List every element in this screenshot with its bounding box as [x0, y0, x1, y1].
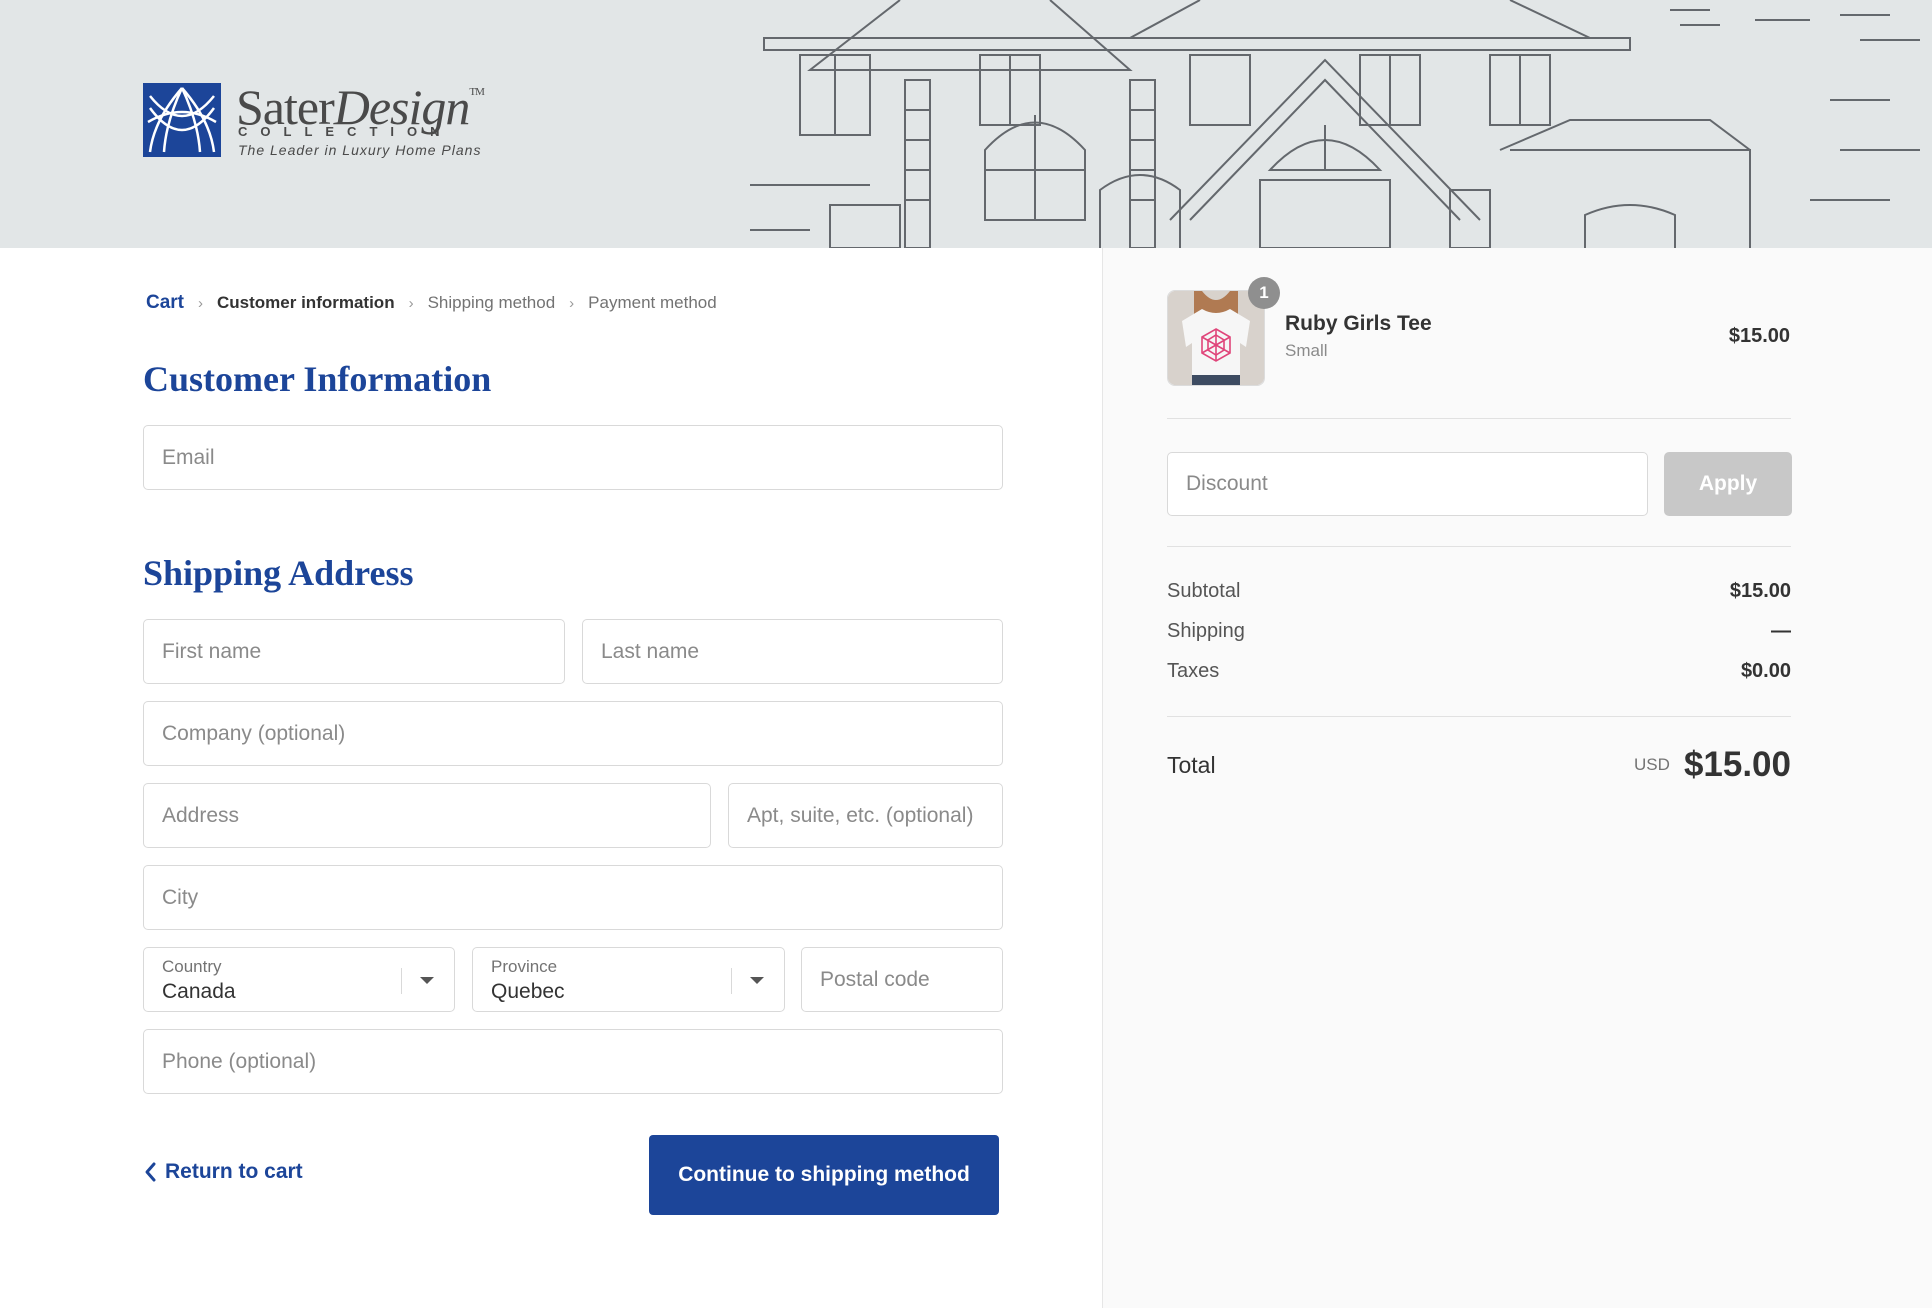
- product-price: $15.00: [1728, 325, 1790, 347]
- email-field-wrapper: [143, 425, 1003, 490]
- return-to-cart-label: Return to cart: [165, 1160, 303, 1183]
- subtotal-row: Subtotal $15.00: [1167, 580, 1791, 603]
- country-value: Canada: [162, 980, 236, 1003]
- province-select[interactable]: Province Quebec: [472, 947, 785, 1012]
- province-value: Quebec: [491, 980, 565, 1003]
- postal-code-field[interactable]: [802, 948, 1002, 1011]
- address-field-wrapper: [143, 783, 711, 848]
- last-name-field[interactable]: [583, 620, 1002, 683]
- taxes-label: Taxes: [1167, 660, 1220, 682]
- summary-divider: [1167, 418, 1791, 419]
- company-field-wrapper: [143, 701, 1003, 766]
- breadcrumb-chevron-icon: ›: [198, 294, 204, 312]
- taxes-row: Taxes $0.00: [1167, 660, 1791, 683]
- breadcrumb-payment-method: Payment method: [588, 293, 717, 312]
- shipping-value: —: [1771, 620, 1791, 642]
- country-select[interactable]: Country Canada: [143, 947, 455, 1012]
- shipping-label: Shipping: [1167, 620, 1245, 642]
- breadcrumb-cart[interactable]: Cart: [146, 292, 184, 314]
- company-field[interactable]: [144, 702, 1002, 765]
- brand-logo[interactable]: SaterDesignTM COLLECTION The Leader in L…: [142, 79, 526, 160]
- summary-divider: [1167, 716, 1791, 717]
- total-amount: $15.00: [1683, 745, 1791, 784]
- country-label: Country: [162, 957, 222, 976]
- breadcrumb-customer-information: Customer information: [217, 293, 395, 312]
- subtotal-label: Subtotal: [1167, 580, 1241, 602]
- product-variant: Small: [1285, 341, 1328, 360]
- total-label: Total: [1167, 751, 1216, 778]
- apt-field-wrapper: [728, 783, 1003, 848]
- city-field[interactable]: [144, 866, 1002, 929]
- select-divider: [731, 968, 732, 994]
- total-row: Total USD $15.00: [1167, 745, 1791, 785]
- total-currency: USD: [1634, 755, 1670, 774]
- city-field-wrapper: [143, 865, 1003, 930]
- phone-field-wrapper: [143, 1029, 1003, 1094]
- shipping-address-heading: Shipping Address: [143, 553, 414, 593]
- product-thumbnail: 1: [1167, 277, 1280, 386]
- shipping-row: Shipping —: [1167, 620, 1791, 643]
- phone-field[interactable]: [144, 1030, 1002, 1093]
- discount-field[interactable]: [1168, 453, 1647, 515]
- select-divider: [401, 968, 402, 994]
- breadcrumb: Cart › Customer information › Shipping m…: [146, 292, 717, 314]
- postal-code-field-wrapper: [801, 947, 1003, 1012]
- breadcrumb-chevron-icon: ›: [408, 294, 414, 312]
- chevron-down-icon: [420, 977, 434, 984]
- apt-suite-field[interactable]: [729, 784, 1002, 847]
- customer-information-heading: Customer Information: [143, 359, 492, 399]
- province-label: Province: [491, 957, 558, 976]
- email-field[interactable]: [144, 426, 1002, 489]
- last-name-field-wrapper: [582, 619, 1003, 684]
- first-name-field-wrapper: [143, 619, 565, 684]
- brand-collection: COLLECTION: [238, 124, 453, 139]
- summary-divider: [1167, 546, 1791, 547]
- brand-tagline: The Leader in Luxury Home Plans: [238, 142, 482, 158]
- chevron-left-icon: [145, 1162, 156, 1182]
- breadcrumb-chevron-icon: ›: [569, 294, 575, 312]
- product-image: [1168, 291, 1264, 385]
- return-to-cart-link[interactable]: Return to cart: [143, 1160, 303, 1184]
- chevron-down-icon: [750, 977, 764, 984]
- apply-discount-button[interactable]: Apply: [1664, 452, 1792, 516]
- quantity-badge: 1: [1248, 277, 1280, 309]
- breadcrumb-shipping-method: Shipping method: [427, 293, 556, 312]
- continue-to-shipping-button[interactable]: Continue to shipping method: [649, 1135, 999, 1215]
- product-name: Ruby Girls Tee: [1285, 312, 1432, 335]
- subtotal-value: $15.00: [1729, 580, 1791, 602]
- first-name-field[interactable]: [144, 620, 564, 683]
- header-banner: SaterDesignTM COLLECTION The Leader in L…: [0, 0, 1932, 248]
- house-blueprint-image: [750, 0, 1920, 248]
- discount-field-wrapper: [1167, 452, 1648, 516]
- address-field[interactable]: [144, 784, 710, 847]
- taxes-value: $0.00: [1740, 660, 1791, 682]
- logo-emblem-icon: [143, 83, 221, 157]
